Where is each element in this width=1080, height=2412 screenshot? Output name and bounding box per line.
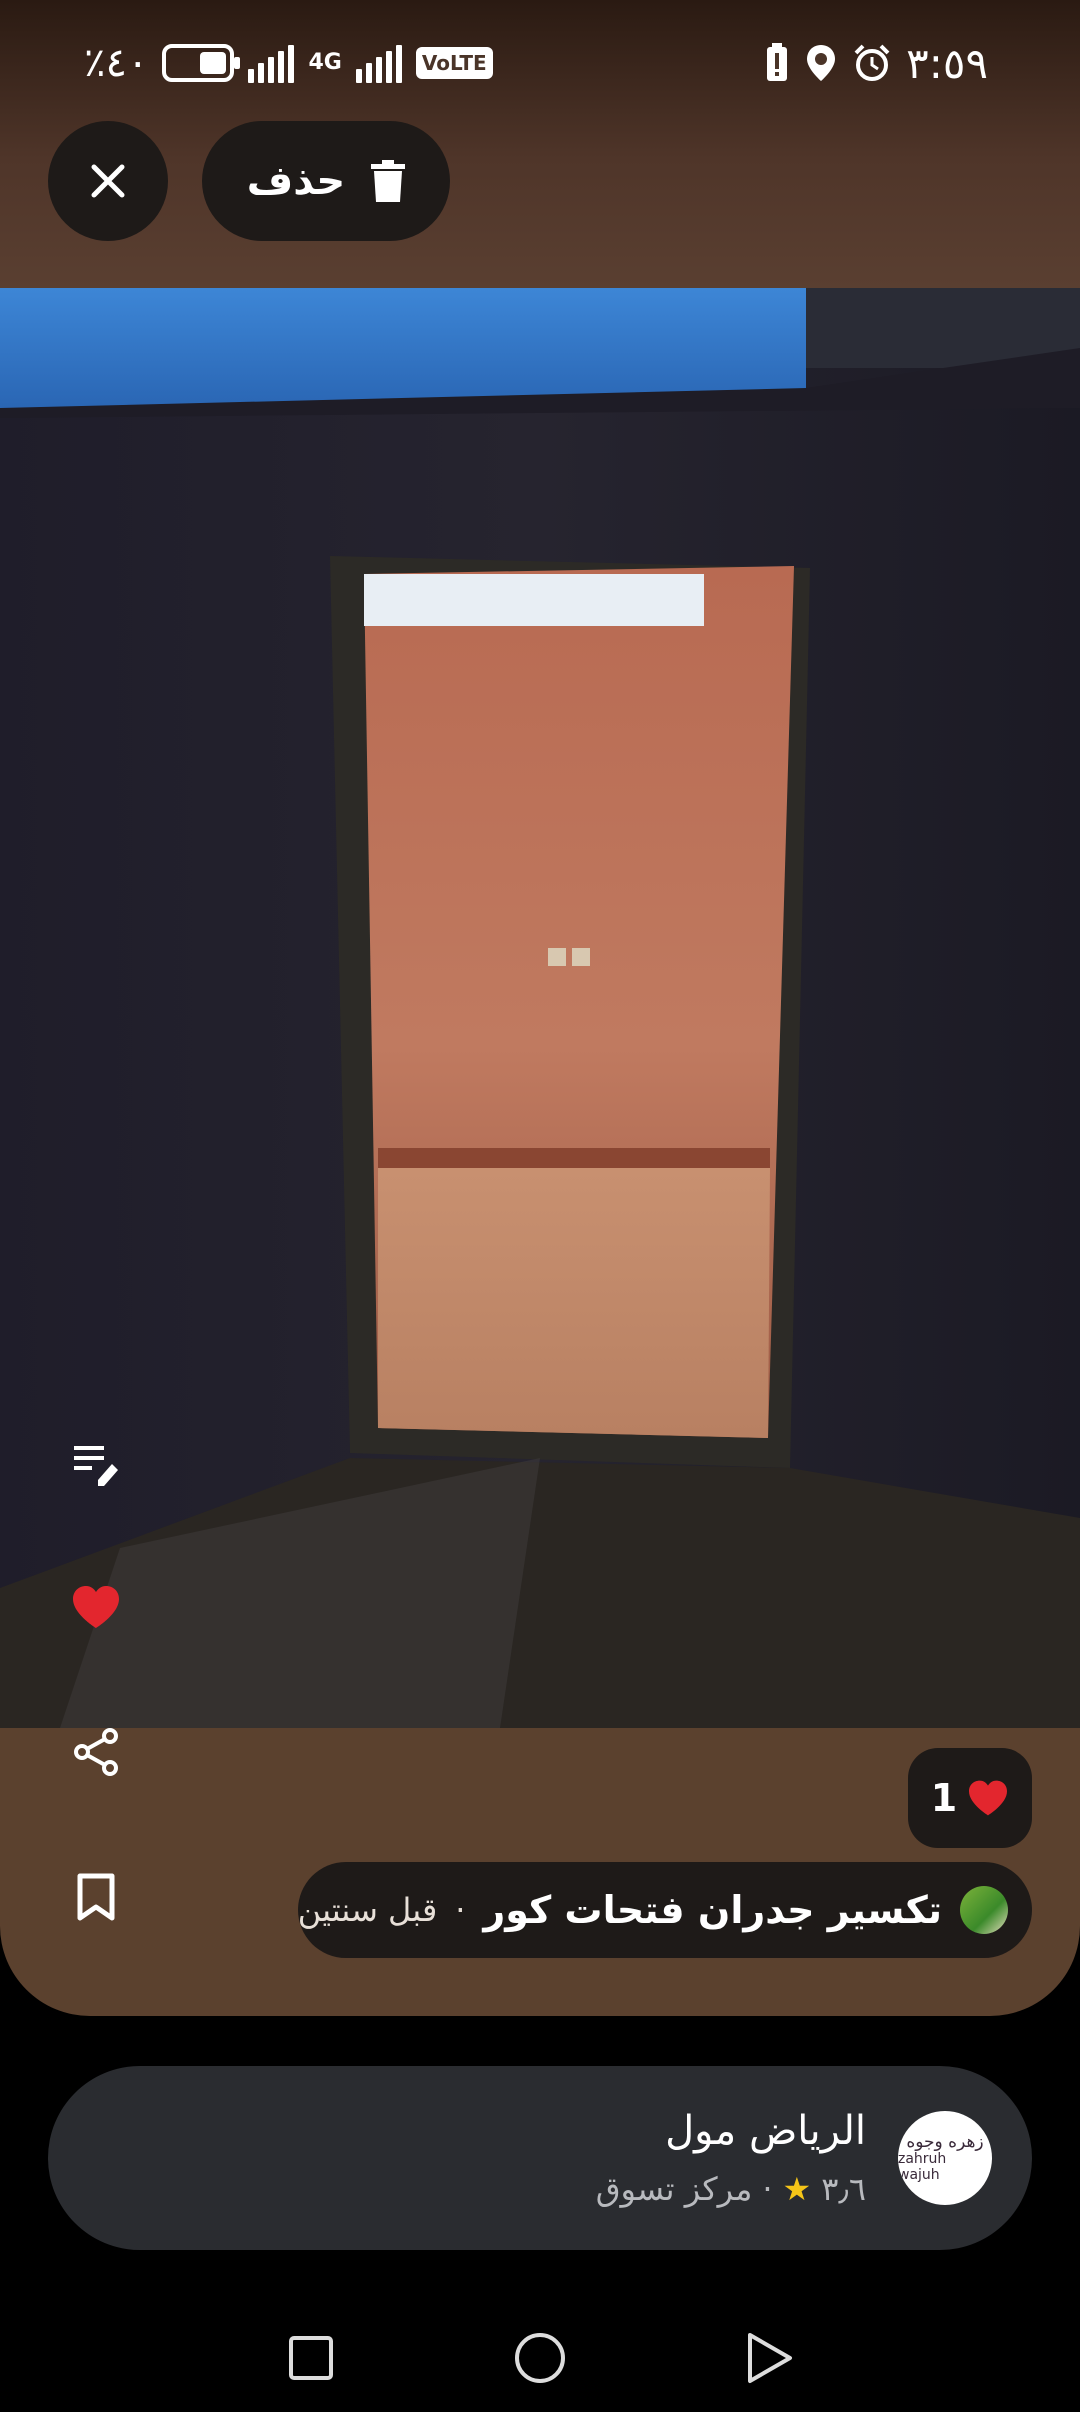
- status-bar-left: ٪٤٠ 4G VoLTE: [84, 36, 493, 90]
- star-icon: ★: [782, 2170, 812, 2208]
- close-button[interactable]: [48, 121, 168, 241]
- place-meta: ٣٫٦ ★ · مركز تسوق: [596, 2170, 866, 2208]
- square-icon: [289, 2336, 333, 2380]
- place-name: الرياض مول: [665, 2108, 866, 2154]
- close-icon: [91, 164, 125, 198]
- bookmark-button[interactable]: [64, 1865, 128, 1929]
- heart-icon: [73, 1586, 119, 1628]
- circle-icon: [515, 2333, 565, 2383]
- network-type: 4G: [308, 50, 342, 75]
- heart-icon: [969, 1780, 1008, 1816]
- place-logo-text-en: zahruh wajuh: [898, 2151, 947, 2183]
- place-separator: ·: [762, 2170, 773, 2208]
- post-title-chip[interactable]: تكسير جدران فتحات كور · قبل سنتين: [298, 1862, 1032, 1958]
- battery-icon: [162, 44, 241, 82]
- battery-alert-icon: [767, 43, 788, 81]
- signal-icon-2: [355, 43, 402, 83]
- edit-note-button[interactable]: [64, 1432, 128, 1496]
- nav-home-button[interactable]: [510, 2328, 570, 2388]
- signal-icon: [248, 43, 295, 83]
- post-title: تكسير جدران فتحات كور: [483, 1888, 942, 1932]
- share-button[interactable]: [64, 1720, 128, 1784]
- nav-back-button[interactable]: [740, 2328, 800, 2388]
- post-separator: ·: [455, 1891, 466, 1929]
- trash-icon: [371, 160, 406, 202]
- location-icon: [807, 45, 836, 81]
- place-card[interactable]: زهره وجوه zahruh wajuh الرياض مول ٣٫٦ ★ …: [48, 2066, 1032, 2250]
- battery-percent: ٪٤٠: [84, 40, 149, 86]
- author-avatar: [960, 1886, 1008, 1934]
- edit-note-icon: [74, 1446, 118, 1486]
- screen: ٪٤٠ 4G VoLTE ٣:٥٩ حذف 1 تكسير جدران فتحا…: [0, 0, 1080, 2412]
- clock: ٣:٥٩: [906, 38, 988, 88]
- share-icon: [74, 1728, 118, 1776]
- place-logo: زهره وجوه zahruh wajuh: [898, 2111, 992, 2205]
- like-button[interactable]: [64, 1575, 128, 1639]
- place-logo-text-ar: زهره وجوه: [906, 2132, 984, 2152]
- place-rating: ٣٫٦: [821, 2170, 866, 2208]
- photo[interactable]: [0, 288, 1080, 1728]
- bookmark-icon: [77, 1873, 115, 1921]
- place-category: مركز تسوق: [595, 2170, 753, 2208]
- nav-recents-button[interactable]: [281, 2328, 341, 2388]
- volte-badge: VoLTE: [415, 47, 493, 79]
- likes-chip[interactable]: 1: [908, 1748, 1032, 1848]
- media-viewer-card: ٪٤٠ 4G VoLTE ٣:٥٩ حذف 1 تكسير جدران فتحا…: [0, 0, 1080, 2016]
- post-time: قبل سنتين: [298, 1891, 438, 1929]
- delete-button[interactable]: حذف: [202, 121, 450, 241]
- status-bar-right: ٣:٥٩: [764, 36, 988, 90]
- triangle-icon: [748, 2333, 792, 2383]
- likes-count: 1: [930, 1776, 958, 1820]
- delete-label: حذف: [246, 158, 346, 204]
- photo-image: [0, 288, 1080, 1728]
- alarm-icon: [854, 44, 890, 81]
